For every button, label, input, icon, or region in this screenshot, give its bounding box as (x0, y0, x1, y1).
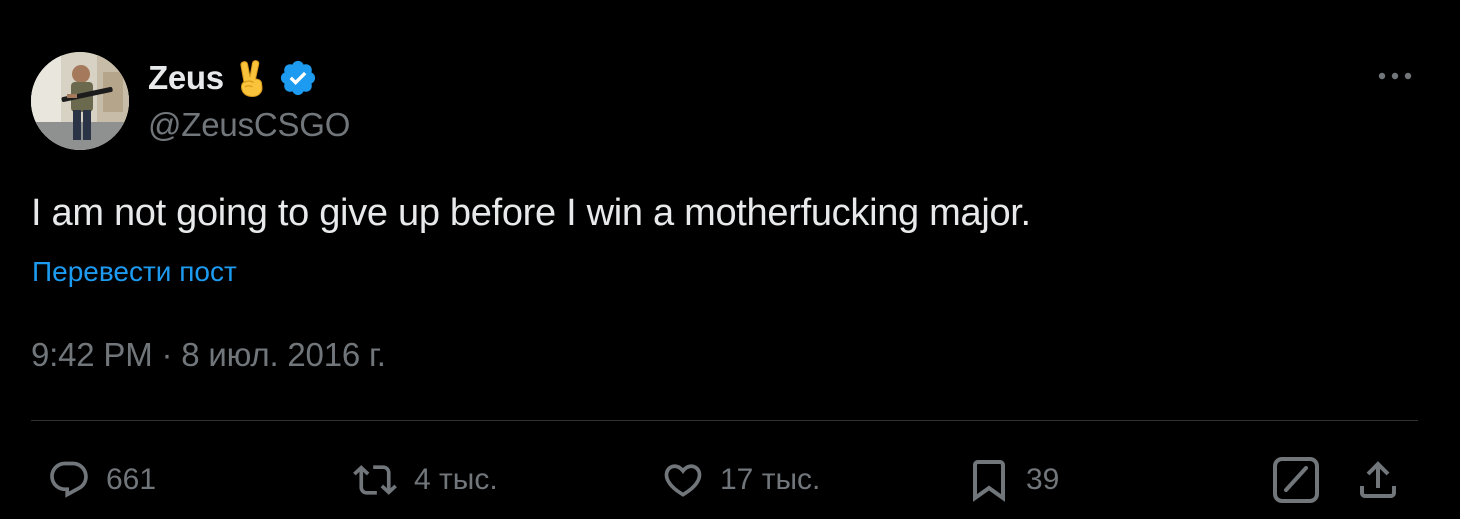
bookmark-count: 39 (1026, 463, 1060, 496)
tweet-date: 8 июл. 2016 г. (181, 336, 386, 373)
more-dots-icon (1378, 72, 1412, 80)
more-options-button[interactable] (1372, 58, 1418, 94)
repost-count: 4 тыс. (414, 463, 498, 496)
tweet-text: I am not going to give up before I win a… (31, 192, 1031, 234)
grok-icon (1273, 457, 1319, 503)
author-name-row: Zeus (148, 56, 318, 100)
avatar[interactable] (31, 52, 129, 150)
reply-button[interactable]: 661 (44, 454, 156, 506)
author-display-name[interactable]: Zeus (148, 59, 224, 97)
like-button[interactable]: 17 тыс. (658, 454, 820, 506)
divider (31, 420, 1418, 421)
repost-button[interactable]: 4 тыс. (348, 454, 498, 506)
victory-hand-emoji-icon (234, 58, 268, 98)
share-icon (1360, 461, 1396, 498)
bookmark-button[interactable]: 39 (964, 454, 1059, 506)
grok-button[interactable] (1270, 454, 1322, 506)
tweet-card: Zeus @ZeusCSGO I am not going to give up… (0, 0, 1460, 519)
verified-badge-icon[interactable] (278, 58, 318, 98)
repost-icon (353, 465, 397, 495)
meta-separator: · (161, 336, 173, 373)
author-handle[interactable]: @ZeusCSGO (148, 106, 350, 144)
like-count: 17 тыс. (720, 463, 821, 496)
tweet-timestamp[interactable]: 9:42 PM · 8 июл. 2016 г. (31, 336, 386, 374)
bookmark-icon (973, 460, 1005, 502)
tweet-time: 9:42 PM (31, 336, 153, 373)
reply-icon (50, 461, 88, 498)
like-icon (664, 464, 702, 497)
reply-count: 661 (106, 463, 157, 496)
translate-post-link[interactable]: Перевести пост (32, 256, 237, 288)
share-button[interactable] (1354, 454, 1402, 506)
